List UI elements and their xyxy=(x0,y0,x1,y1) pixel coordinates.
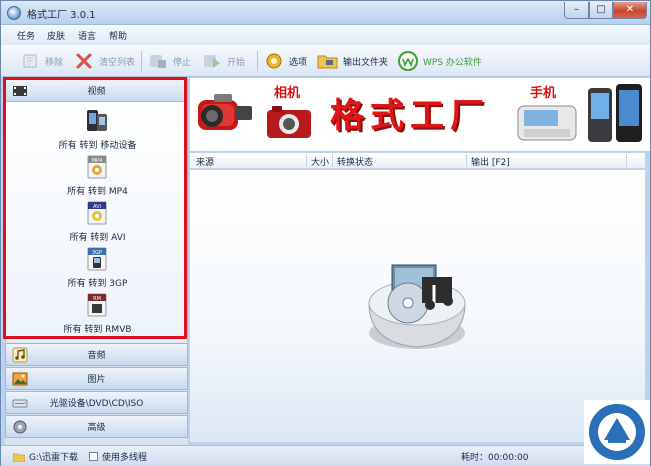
category-advanced[interactable]: 高级 xyxy=(5,415,188,438)
column-status[interactable]: 转换状态 xyxy=(337,155,373,168)
task-list-area[interactable] xyxy=(190,170,645,442)
category-disc-devices[interactable]: 光驱设备\DVD\CD\ISO xyxy=(5,391,188,414)
folder-icon xyxy=(317,50,339,72)
list-item-avi[interactable]: AVI 所有 转到 AVI xyxy=(6,200,187,246)
camera-tag: 相机 xyxy=(274,86,301,101)
multithread-option[interactable]: 使用多线程 xyxy=(89,450,147,463)
output-folder-button[interactable]: 输出文件夹 xyxy=(317,49,388,73)
music-note-icon xyxy=(12,347,28,363)
toolbar-separator xyxy=(257,51,258,71)
maximize-button[interactable]: □ xyxy=(589,2,613,19)
list-item-mobile[interactable]: 所有 转到 移动设备 xyxy=(6,108,187,154)
options-button[interactable]: 选项 xyxy=(263,49,307,73)
elapsed-time: 耗时：00:00:00 xyxy=(461,453,529,463)
menu-help[interactable]: 帮助 xyxy=(109,29,127,42)
picture-icon xyxy=(12,371,28,387)
smartphones-icon xyxy=(588,84,642,142)
clear-x-icon xyxy=(73,50,95,72)
3gp-badge: 3GP xyxy=(92,250,102,256)
title-bar[interactable]: 格式工厂 3.0.1 – □ ✕ xyxy=(1,1,650,25)
output-folder-status[interactable]: G:\迅雷下载 xyxy=(13,450,78,463)
list-item-rmvb[interactable]: RM 所有 转到 RMVB xyxy=(6,292,187,338)
start-icon xyxy=(201,50,223,72)
category-panel: 视频 所有 转到 移动设备 MP4 所有 转到 MP4 AVI 所有 转到 AV… xyxy=(5,79,188,449)
avi-icon: AVI xyxy=(84,200,110,226)
toolbar-separator xyxy=(141,51,142,71)
wps-icon xyxy=(397,50,419,72)
app-window: 格式工厂 3.0.1 – □ ✕ 任务 皮肤 语言 帮助 移除 清空列表 停止 … xyxy=(0,0,651,466)
menu-task[interactable]: 任务 xyxy=(17,29,35,42)
close-button[interactable]: ✕ xyxy=(613,2,647,19)
task-table-header: 来源 大小 转换状态 输出 [F2] xyxy=(190,153,645,169)
clear-list-button[interactable]: 清空列表 xyxy=(73,49,135,73)
status-bar: G:\迅雷下载 使用多线程 耗时：00:00:00 xyxy=(1,445,650,466)
mp4-badge: MP4 xyxy=(92,158,103,164)
column-output[interactable]: 输出 [F2] xyxy=(471,155,510,168)
menu-skin[interactable]: 皮肤 xyxy=(47,29,65,42)
column-source[interactable]: 来源 xyxy=(196,155,214,168)
column-divider[interactable] xyxy=(332,154,333,167)
stop-button[interactable]: 停止 xyxy=(147,49,191,73)
format-factory-logo-icon xyxy=(368,264,466,349)
list-item-mp4[interactable]: MP4 所有 转到 MP4 xyxy=(6,154,187,200)
film-icon xyxy=(12,83,28,99)
wps-office-button[interactable]: WPS 办公软件 xyxy=(397,49,482,73)
multithread-checkbox[interactable] xyxy=(89,452,98,461)
app-logo-icon xyxy=(7,6,21,20)
menu-bar: 任务 皮肤 语言 帮助 xyxy=(1,25,650,45)
list-item-3gp[interactable]: 3GP 所有 转到 3GP xyxy=(6,246,187,292)
brand-banner: 相机 格式工厂 手机 xyxy=(190,78,650,151)
banner-title: 格式工厂 xyxy=(330,96,490,136)
phone-tag: 手机 xyxy=(530,86,557,101)
remove-icon xyxy=(19,50,41,72)
column-divider[interactable] xyxy=(466,154,467,167)
column-size[interactable]: 大小 xyxy=(311,155,329,168)
minimize-button[interactable]: – xyxy=(564,2,589,19)
category-audio[interactable]: 音频 xyxy=(5,343,188,366)
avi-badge: AVI xyxy=(93,204,101,210)
column-divider[interactable] xyxy=(626,154,627,167)
rmvb-badge: RM xyxy=(93,296,101,302)
advanced-gear-icon xyxy=(12,419,28,435)
gear-icon xyxy=(263,50,285,72)
menu-language[interactable]: 语言 xyxy=(78,29,96,42)
remove-button[interactable]: 移除 xyxy=(19,49,63,73)
3gp-icon: 3GP xyxy=(84,246,110,272)
rmvb-icon: RM xyxy=(84,292,110,318)
camera-icon xyxy=(267,106,311,138)
video-format-list: 所有 转到 移动设备 MP4 所有 转到 MP4 AVI 所有 转到 AVI 3… xyxy=(5,102,188,342)
stop-icon xyxy=(147,50,169,72)
camcorder-icon xyxy=(198,94,252,130)
disc-drive-icon xyxy=(12,395,28,411)
folder-small-icon xyxy=(13,453,25,462)
category-image[interactable]: 图片 xyxy=(5,367,188,390)
phone-icon xyxy=(84,108,110,134)
category-video-header[interactable]: 视频 xyxy=(5,79,188,102)
column-divider[interactable] xyxy=(306,154,307,167)
slider-phone-icon xyxy=(517,105,577,141)
mp4-icon: MP4 xyxy=(84,154,110,180)
start-button[interactable]: 开始 xyxy=(201,49,245,73)
school-seal-icon xyxy=(584,400,650,464)
window-title: 格式工厂 3.0.1 xyxy=(27,10,96,21)
toolbar: 移除 清空列表 停止 开始 选项 输出文件夹 WPS 办公软件 xyxy=(1,45,650,77)
